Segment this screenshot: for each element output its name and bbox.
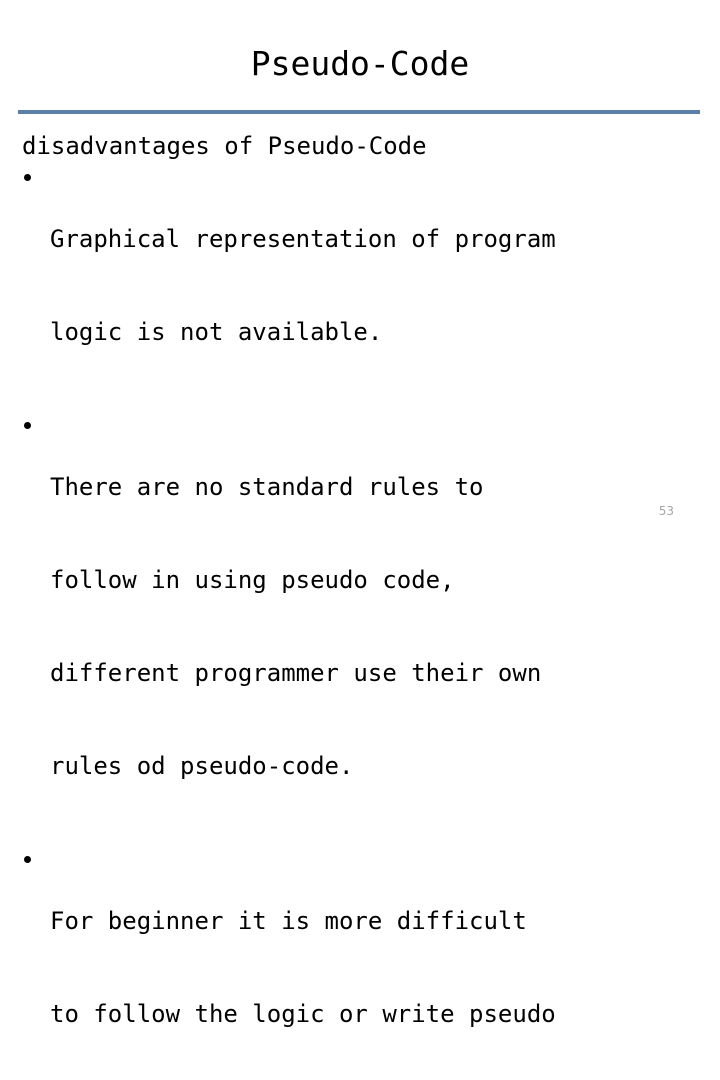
bullet-dot-icon <box>24 422 31 429</box>
list-item-line: different programmer use their own <box>50 659 542 687</box>
list-item-text: For beginner it is more difficult to fol… <box>50 844 720 1080</box>
page-number: 53 <box>658 504 674 518</box>
list-item-line: For beginner it is more difficult <box>50 907 527 935</box>
disadvantages-list: Graphical representation of program logi… <box>0 162 720 1080</box>
list-item-line: Graphical representation of program <box>50 225 556 253</box>
list-item: There are no standard rules to follow in… <box>0 410 720 844</box>
list-item-line: rules od pseudo-code. <box>50 752 354 780</box>
bullet-dot-icon <box>24 174 31 181</box>
title-divider-rule <box>18 110 700 114</box>
bullet-dot-icon <box>24 856 31 863</box>
list-item-text: There are no standard rules to follow in… <box>50 410 720 844</box>
page-title: Pseudo-Code <box>250 44 470 83</box>
list-item-line: logic is not available. <box>50 318 383 346</box>
slide: Pseudo-Code disadvantages of Pseudo-Code… <box>0 0 720 1028</box>
slide-body: disadvantages of Pseudo-Code Graphical r… <box>0 131 720 1080</box>
list-item-line: to follow the logic or write pseudo <box>50 1000 556 1028</box>
list-item-line: follow in using pseudo code, <box>50 566 455 594</box>
list-item-text: Graphical representation of program logi… <box>50 162 720 410</box>
list-item: For beginner it is more difficult to fol… <box>0 844 720 1080</box>
list-item: Graphical representation of program logi… <box>0 162 720 410</box>
list-item-line: There are no standard rules to <box>50 473 484 501</box>
intro-text: disadvantages of Pseudo-Code <box>22 132 427 160</box>
